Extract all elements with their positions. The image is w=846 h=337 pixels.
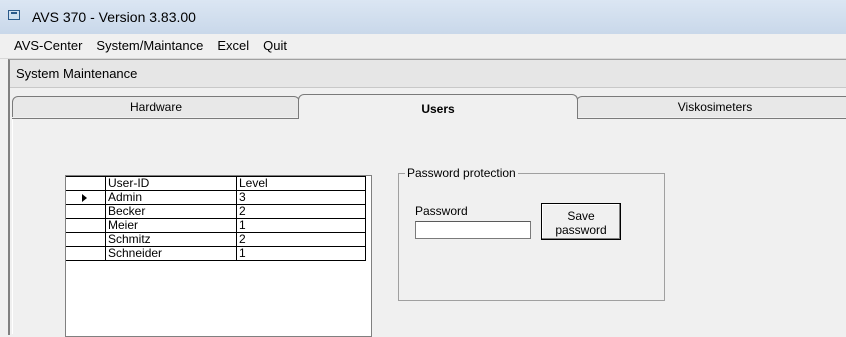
- tab-users-label: Users: [421, 102, 455, 116]
- row-selector[interactable]: [66, 246, 106, 261]
- app-title: AVS 370 - Version 3.83.00: [32, 9, 196, 25]
- child-window-title: System Maintenance: [16, 66, 138, 81]
- menu-quit[interactable]: Quit: [256, 34, 294, 58]
- cell-user-id[interactable]: Meier: [105, 218, 237, 233]
- password-input[interactable]: [415, 221, 531, 239]
- row-selector[interactable]: [66, 190, 106, 205]
- password-protection-group: Password protection Password Save passwo…: [398, 166, 665, 301]
- table-row[interactable]: Schneider 1: [66, 246, 366, 261]
- cell-level[interactable]: 1: [236, 246, 366, 261]
- cell-user-id[interactable]: Schneider: [105, 246, 237, 261]
- cell-user-id[interactable]: Admin: [105, 190, 237, 205]
- menu-system-maintance[interactable]: System/Maintance: [89, 34, 210, 58]
- menu-bar: AVS-Center System/Maintance Excel Quit: [0, 34, 846, 59]
- system-maintenance-window: System Maintenance Hardware Users Viskos…: [8, 59, 846, 337]
- row-selector[interactable]: [66, 204, 106, 219]
- row-selector[interactable]: [66, 218, 106, 233]
- cell-level[interactable]: 2: [236, 204, 366, 219]
- tab-viskosimeters-label: Viskosimeters: [677, 100, 753, 114]
- table-row[interactable]: Becker 2: [66, 204, 366, 219]
- row-selector[interactable]: [66, 232, 106, 247]
- tab-hardware[interactable]: Hardware: [12, 96, 300, 117]
- row-pointer-icon: [82, 193, 87, 202]
- tab-users[interactable]: Users: [298, 94, 578, 119]
- app-window-icon[interactable]: [8, 10, 20, 20]
- cell-level[interactable]: 1: [236, 218, 366, 233]
- menu-excel[interactable]: Excel: [210, 34, 256, 58]
- cell-level[interactable]: 2: [236, 232, 366, 247]
- column-header-user-id[interactable]: User-ID: [105, 176, 237, 191]
- title-bar: AVS 370 - Version 3.83.00: [0, 0, 846, 34]
- password-protection-legend: Password protection: [405, 166, 518, 180]
- save-password-button[interactable]: Save password: [541, 203, 621, 240]
- table-row[interactable]: Schmitz 2: [66, 232, 366, 247]
- users-grid[interactable]: User-ID Level Admin 3 Becker 2 Meier 1 S…: [65, 175, 372, 337]
- password-label: Password: [415, 204, 468, 218]
- tab-strip: Hardware Users Viskosimeters: [12, 94, 846, 119]
- tab-viskosimeters[interactable]: Viskosimeters: [576, 96, 846, 117]
- table-header-row: User-ID Level: [66, 176, 366, 191]
- table-row[interactable]: Meier 1: [66, 218, 366, 233]
- column-header-level[interactable]: Level: [236, 176, 366, 191]
- cell-user-id[interactable]: Becker: [105, 204, 237, 219]
- cell-level[interactable]: 3: [236, 190, 366, 205]
- row-selector-header: [66, 176, 106, 191]
- cell-user-id[interactable]: Schmitz: [105, 232, 237, 247]
- tab-hardware-label: Hardware: [129, 100, 183, 114]
- child-window-title-bar: System Maintenance: [10, 60, 846, 88]
- users-table: User-ID Level Admin 3 Becker 2 Meier 1 S…: [66, 176, 366, 261]
- table-row[interactable]: Admin 3: [66, 190, 366, 205]
- menu-avs-center[interactable]: AVS-Center: [0, 34, 89, 58]
